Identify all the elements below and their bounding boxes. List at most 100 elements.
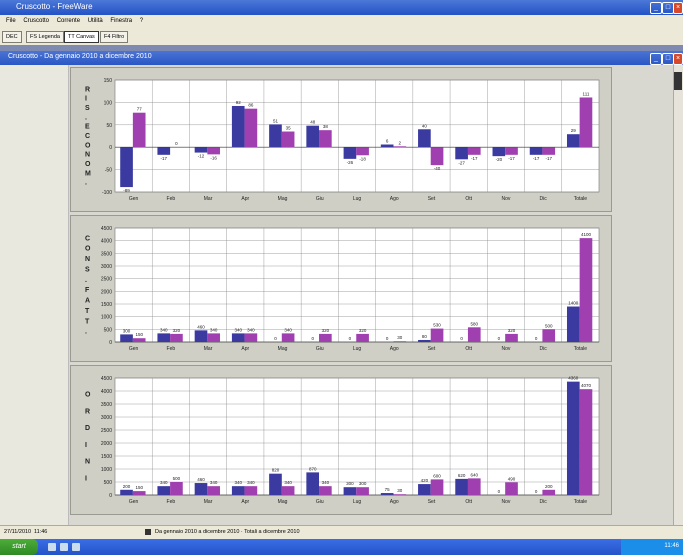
bar — [194, 147, 208, 153]
bar — [231, 486, 245, 495]
bar — [170, 333, 183, 342]
bar — [467, 327, 481, 342]
toolbar-button-dec[interactable]: DEC — [2, 31, 22, 43]
x-tick-label: Apr — [241, 499, 249, 505]
app-title-bar: Cruscotto - FreeWare _ □ × — [0, 0, 683, 15]
bar — [244, 486, 258, 495]
x-tick-label: Set — [428, 499, 436, 505]
y-axis-title-letter: M — [85, 170, 91, 177]
y-axis-title-letter: S — [85, 105, 90, 112]
start-button[interactable]: start — [0, 539, 38, 555]
toolbar-button-filtro[interactable]: F4 Filtro — [100, 31, 129, 43]
x-tick-label: Ott — [465, 346, 472, 352]
x-tick-label: Lug — [353, 196, 362, 202]
x-tick-label: Mar — [204, 346, 213, 352]
bar — [455, 478, 468, 495]
y-tick-label: 3500 — [101, 251, 112, 257]
y-axis-title-letter: O — [85, 161, 91, 168]
data-label: -12 — [198, 154, 205, 159]
menu-item[interactable]: Cruscotto — [23, 15, 49, 28]
vertical-scrollbar[interactable] — [673, 65, 683, 525]
data-label: 500 — [173, 476, 181, 481]
x-tick-label: Gen — [129, 499, 139, 505]
y-tick-label: 4000 — [101, 389, 112, 395]
y-tick-label: 1500 — [101, 454, 112, 460]
x-tick-label: Gen — [129, 346, 139, 352]
data-label: -40 — [434, 166, 441, 171]
y-tick-label: 1000 — [101, 467, 112, 473]
data-label: 35 — [286, 126, 292, 131]
quicklaunch-icon[interactable] — [48, 543, 56, 551]
bar — [319, 333, 332, 342]
plot-area — [114, 377, 600, 496]
data-label: 490 — [508, 476, 516, 481]
y-tick-label: -50 — [105, 168, 112, 174]
y-axis-title-letter: I — [85, 475, 87, 482]
y-tick-label: 3000 — [101, 264, 112, 270]
status-time: 11:46 — [34, 529, 48, 535]
y-axis-title-letter: E — [85, 124, 90, 131]
x-tick-label: Totale — [574, 499, 588, 505]
y-axis-title-letter: F — [85, 287, 90, 294]
data-label: 620 — [458, 473, 466, 478]
scrollbar-thumb[interactable] — [674, 72, 682, 90]
data-label: 1400 — [568, 301, 579, 306]
quicklaunch-icon[interactable] — [60, 543, 68, 551]
bar — [418, 339, 431, 342]
child-minimize-icon[interactable]: _ — [650, 53, 662, 65]
data-label: 340 — [247, 480, 255, 485]
data-label: 340 — [234, 327, 242, 332]
x-tick-label: Apr — [241, 196, 249, 202]
bar — [281, 486, 295, 495]
data-label: 340 — [284, 480, 292, 485]
quicklaunch-icon[interactable] — [72, 543, 80, 551]
bar — [467, 478, 481, 495]
x-tick-label: Apr — [241, 346, 249, 352]
bar — [467, 147, 481, 155]
menu-item[interactable]: Finestra — [110, 15, 132, 28]
bar — [207, 333, 220, 342]
bar — [356, 147, 369, 156]
y-tick-label: 150 — [104, 78, 113, 84]
toolbar-button-legenda[interactable]: FS Legenda — [26, 31, 64, 43]
x-tick-label: Mar — [204, 196, 213, 202]
bar — [505, 147, 518, 155]
bar — [132, 112, 146, 148]
bar — [343, 487, 357, 495]
y-tick-label: 1500 — [101, 302, 112, 308]
minimize-icon[interactable]: _ — [650, 2, 662, 14]
y-tick-label: 500 — [104, 327, 113, 333]
data-label: 29 — [571, 128, 577, 133]
x-tick-label: Totale — [574, 346, 588, 352]
child-close-icon[interactable]: × — [673, 53, 683, 65]
toolbar-button-canvas[interactable]: TT Canvas — [64, 31, 99, 43]
close-icon[interactable]: × — [673, 2, 683, 14]
x-tick-label: Mag — [278, 196, 288, 202]
bar — [566, 134, 580, 148]
bar — [120, 489, 133, 495]
data-label: 340 — [284, 327, 292, 332]
x-tick-label: Lug — [353, 499, 362, 505]
bar — [157, 333, 171, 342]
bar — [306, 125, 320, 148]
y-tick-label: 1000 — [101, 315, 112, 321]
data-label: 4100 — [581, 232, 592, 237]
menu-item[interactable]: Utilità — [88, 15, 103, 28]
menu-item[interactable]: ? — [140, 15, 143, 28]
menu-item[interactable]: Corrente — [57, 15, 80, 28]
bar — [505, 333, 518, 342]
data-label: -17 — [508, 156, 515, 161]
bar — [430, 328, 444, 342]
data-label: -26 — [347, 160, 354, 165]
bar — [269, 473, 282, 495]
bar — [542, 147, 556, 155]
data-label: 111 — [583, 91, 590, 96]
data-label: 75 — [385, 487, 391, 492]
data-label: 77 — [137, 107, 143, 112]
data-label: -17 — [161, 156, 168, 161]
x-tick-label: Set — [428, 196, 436, 202]
bar — [194, 330, 208, 342]
data-label: -16 — [210, 155, 217, 160]
y-axis-title-letter: . — [85, 114, 87, 121]
menu-item[interactable]: File — [6, 15, 16, 28]
